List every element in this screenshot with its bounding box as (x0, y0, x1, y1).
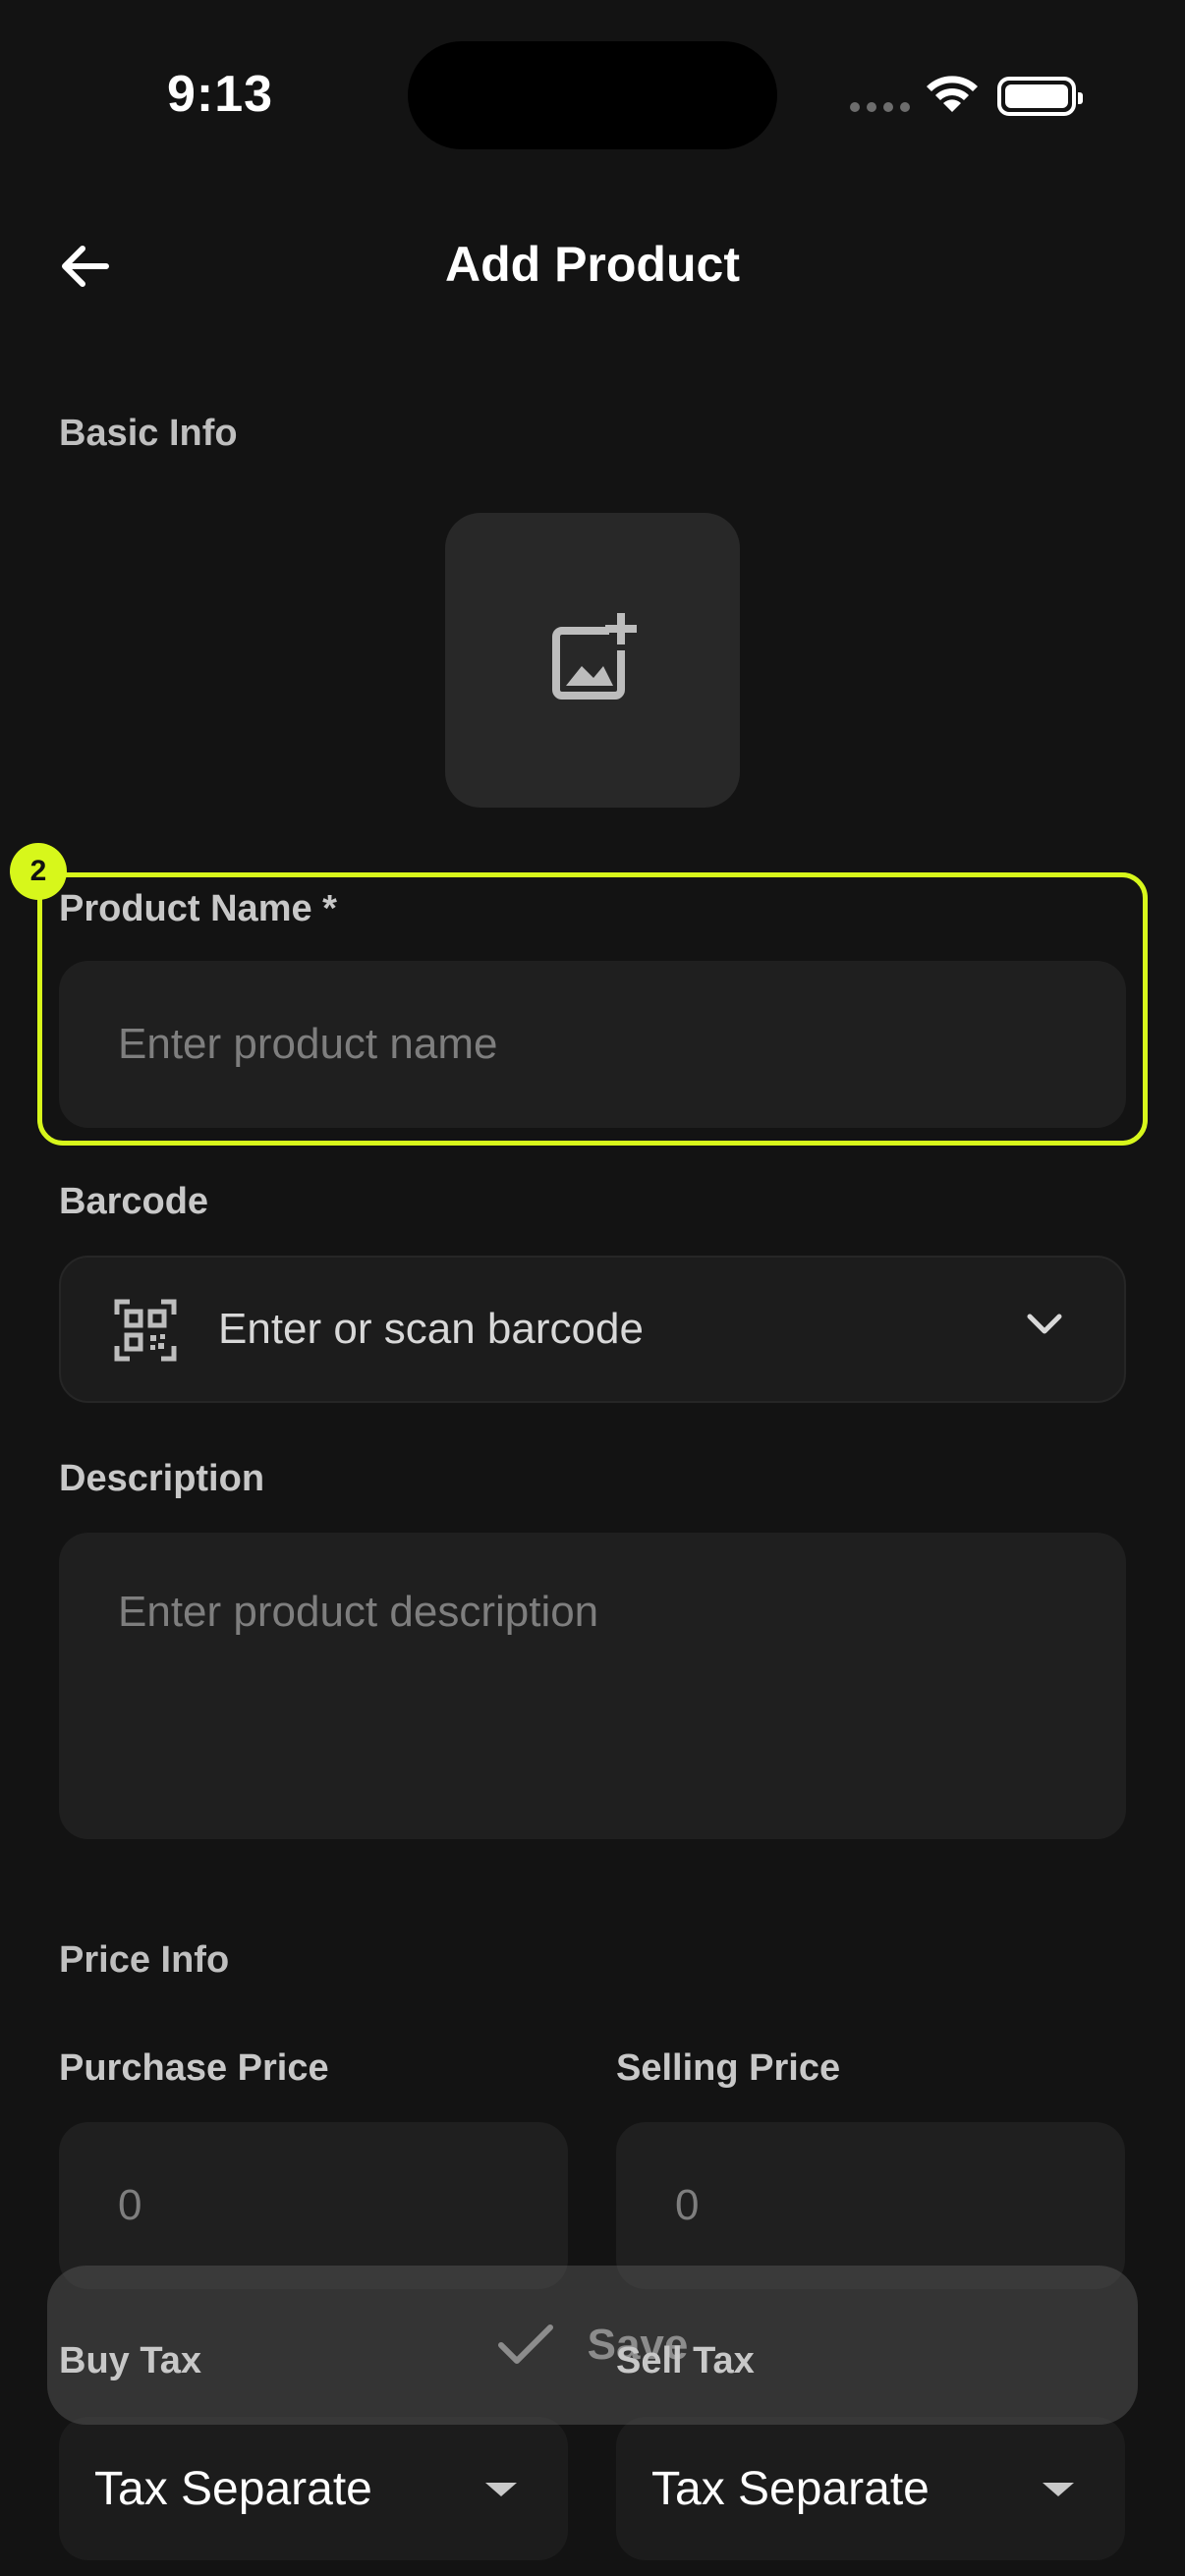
focus-highlight (37, 872, 1148, 1146)
status-time: 9:13 (167, 66, 274, 123)
buy-tax-label: Buy Tax (59, 2340, 202, 2381)
image-picker-button[interactable] (445, 513, 740, 808)
dropdown-caret-icon (1043, 2483, 1074, 2496)
save-button[interactable]: Save (47, 2266, 1138, 2425)
description-label: Description (59, 1458, 265, 1499)
chevron-down-icon[interactable] (1026, 1313, 1063, 1336)
barcode-input[interactable]: Enter or scan barcode (59, 1256, 1126, 1403)
page-title: Add Product (445, 237, 740, 292)
battery-icon (997, 77, 1083, 116)
dynamic-island (408, 41, 777, 149)
annotation-badge: 2 (10, 843, 67, 900)
sell-tax-select[interactable]: Tax Separate (616, 2417, 1125, 2560)
buy-tax-value: Tax Separate (94, 2462, 372, 2515)
purchase-price-input[interactable]: 0 (59, 2122, 568, 2289)
qr-scan-icon (114, 1299, 177, 1362)
description-input[interactable]: Enter product description (59, 1533, 1126, 1839)
basic-info-section-label: Basic Info (59, 413, 238, 454)
signal-icon (850, 102, 910, 112)
price-info-section-label: Price Info (59, 1939, 230, 1981)
add-photo-icon (552, 613, 637, 700)
wifi-icon (927, 76, 978, 112)
barcode-placeholder: Enter or scan barcode (218, 1305, 644, 1353)
sell-tax-value: Tax Separate (651, 2462, 930, 2515)
purchase-price-label: Purchase Price (59, 2047, 329, 2089)
selling-price-label: Selling Price (616, 2047, 841, 2089)
barcode-label: Barcode (59, 1181, 209, 1222)
checkmark-icon (497, 2324, 553, 2364)
selling-price-input[interactable]: 0 (616, 2122, 1125, 2289)
sell-tax-label: Sell Tax (616, 2340, 755, 2381)
dropdown-caret-icon (485, 2483, 517, 2496)
buy-tax-select[interactable]: Tax Separate (59, 2417, 568, 2560)
